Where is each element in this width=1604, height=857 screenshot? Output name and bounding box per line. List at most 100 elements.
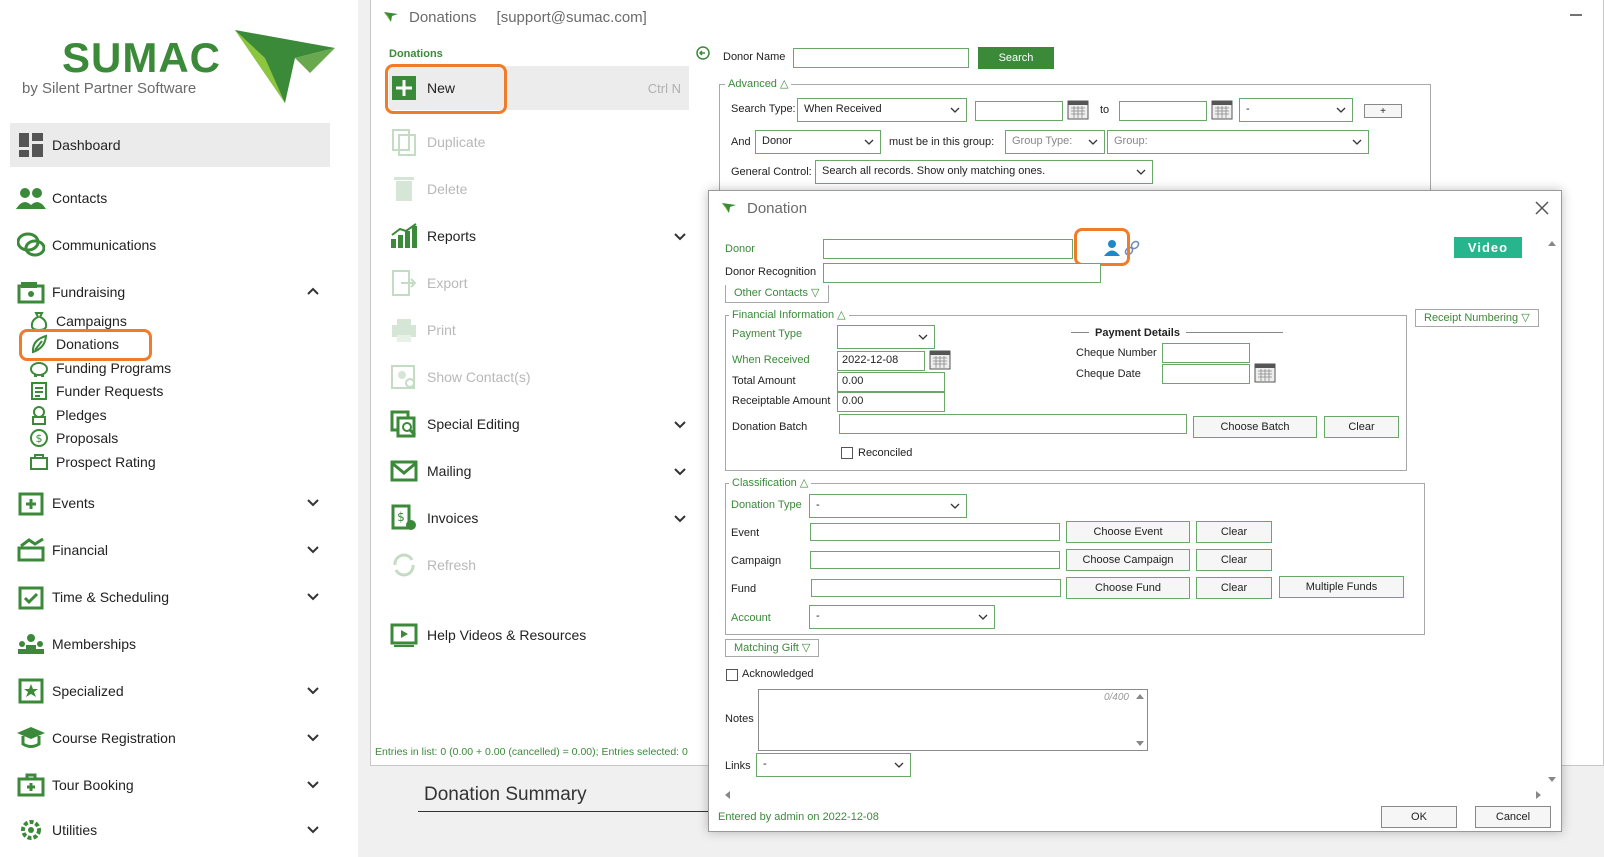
clear-campaign-button[interactable]: Clear [1196, 549, 1272, 571]
advanced-toggle[interactable]: Advanced △ [725, 77, 792, 90]
payment-type-select[interactable] [837, 325, 935, 349]
scroll-left-icon[interactable] [723, 790, 731, 800]
donation-type-select[interactable]: - [809, 494, 967, 518]
sub-prospect-rating[interactable]: Prospect Rating [28, 451, 156, 473]
nav-financial[interactable]: Financial [10, 528, 330, 572]
reconciled-checkbox[interactable] [841, 447, 853, 459]
general-control-select[interactable]: Search all records. Show only matching o… [815, 160, 1153, 184]
nav-tour-booking[interactable]: Tour Booking [10, 763, 330, 807]
chevron-down-icon[interactable] [306, 730, 320, 744]
reports-button[interactable]: Reports [389, 214, 689, 258]
add-criteria-button[interactable]: + [1364, 104, 1402, 118]
chevron-down-icon[interactable] [306, 589, 320, 603]
date-to-input[interactable] [1119, 101, 1207, 121]
search-type-select[interactable]: When Received [797, 98, 967, 122]
account-select[interactable]: - [809, 605, 995, 629]
clear-event-button[interactable]: Clear [1196, 521, 1272, 543]
chevron-down-icon[interactable] [306, 683, 320, 697]
receipt-numbering-toggle[interactable]: Receipt Numbering ▽ [1415, 309, 1539, 327]
nav-specialized[interactable]: Specialized [10, 669, 330, 713]
chevron-down-icon[interactable] [306, 542, 320, 556]
clear-batch-button[interactable]: Clear [1324, 416, 1399, 438]
cancel-button[interactable]: Cancel [1475, 806, 1551, 828]
nav-utilities[interactable]: Utilities [10, 808, 330, 852]
donor-name-input[interactable] [793, 48, 969, 68]
fund-input[interactable] [811, 579, 1061, 597]
delete-button[interactable]: Delete [389, 167, 689, 211]
clear-fund-button[interactable]: Clear [1196, 577, 1272, 599]
scroll-down-icon[interactable] [1547, 776, 1557, 784]
receiptable-amount-input[interactable]: 0.00 [837, 392, 945, 412]
total-amount-input[interactable]: 0.00 [837, 372, 945, 392]
donor-recognition-input[interactable] [823, 263, 1101, 283]
campaign-input[interactable] [810, 551, 1060, 569]
donation-batch-input[interactable] [839, 414, 1187, 434]
cheque-date-input[interactable] [1162, 364, 1250, 384]
links-select[interactable]: - [756, 753, 911, 777]
choose-fund-button[interactable]: Choose Fund [1066, 577, 1190, 599]
date-from-input[interactable] [975, 101, 1063, 121]
chevron-up-icon[interactable] [306, 284, 320, 298]
notes-textarea[interactable]: 0/400 [758, 689, 1148, 751]
nav-dashboard[interactable]: Dashboard [10, 123, 330, 167]
sub-funder-requests[interactable]: Funder Requests [28, 380, 163, 402]
range-select[interactable]: - [1239, 98, 1353, 122]
chevron-down-icon[interactable] [306, 822, 320, 836]
show-contacts-button[interactable]: Show Contact(s) [389, 355, 689, 399]
classification-toggle[interactable]: Classification △ [729, 476, 812, 489]
acknowledged-checkbox[interactable] [726, 669, 738, 681]
search-button[interactable]: Search [978, 47, 1054, 69]
cheque-number-input[interactable] [1162, 343, 1250, 363]
video-button[interactable]: Video [1454, 237, 1522, 258]
special-editing-button[interactable]: Special Editing [389, 402, 689, 446]
close-icon[interactable] [1535, 201, 1549, 215]
nav-communications[interactable]: Communications [10, 223, 330, 267]
calendar-icon[interactable] [1254, 363, 1276, 383]
ok-button[interactable]: OK [1381, 806, 1457, 828]
scroll-up-icon[interactable] [1547, 239, 1557, 247]
donor-input[interactable] [823, 239, 1073, 259]
matching-gift-toggle[interactable]: Matching Gift ▽ [725, 639, 820, 657]
sub-pledges[interactable]: Pledges [28, 404, 107, 426]
invoices-button[interactable]: $ Invoices [389, 496, 689, 540]
financial-info-toggle[interactable]: Financial Information △ [729, 308, 849, 321]
duplicate-button[interactable]: Duplicate [389, 120, 689, 164]
group-select[interactable]: Group: [1107, 130, 1369, 154]
other-contacts-toggle[interactable]: Other Contacts ▽ [725, 285, 829, 303]
scroll-right-icon[interactable] [1535, 790, 1543, 800]
chevron-down-icon[interactable] [673, 417, 687, 431]
nav-time-scheduling[interactable]: Time & Scheduling [10, 575, 330, 619]
choose-event-button[interactable]: Choose Event [1066, 521, 1190, 543]
nav-memberships[interactable]: Memberships [10, 622, 330, 666]
sub-proposals[interactable]: $ Proposals [28, 427, 118, 449]
dialog-vertical-scrollbar[interactable] [1545, 239, 1559, 784]
calendar-icon[interactable] [1211, 100, 1233, 120]
chevron-down-icon[interactable] [673, 511, 687, 525]
calendar-icon[interactable] [929, 350, 951, 370]
dialog-horizontal-scrollbar[interactable] [723, 787, 1543, 801]
scroll-down-icon[interactable] [1135, 740, 1145, 748]
export-button[interactable]: Export [389, 261, 689, 305]
refresh-button[interactable]: Refresh [389, 543, 689, 587]
print-button[interactable]: Print [389, 308, 689, 352]
multiple-funds-button[interactable]: Multiple Funds [1279, 576, 1404, 598]
event-input[interactable] [810, 523, 1060, 541]
choose-campaign-button[interactable]: Choose Campaign [1066, 549, 1190, 571]
chevron-down-icon[interactable] [306, 777, 320, 791]
collapse-search-icon[interactable] [696, 46, 710, 60]
chevron-down-icon[interactable] [673, 229, 687, 243]
nav-events[interactable]: Events [10, 481, 330, 525]
nav-contacts[interactable]: Contacts [10, 176, 330, 220]
calendar-icon[interactable] [1067, 100, 1089, 120]
minimize-icon[interactable] [1569, 8, 1583, 22]
and-select[interactable]: Donor [755, 130, 881, 154]
mailing-button[interactable]: Mailing [389, 449, 689, 493]
scroll-up-icon[interactable] [1135, 692, 1145, 700]
help-videos-button[interactable]: Help Videos & Resources [389, 613, 689, 657]
nav-course-registration[interactable]: Course Registration [10, 716, 330, 760]
nav-fundraising[interactable]: Fundraising [10, 270, 330, 314]
group-type-select[interactable]: Group Type: [1005, 130, 1105, 154]
choose-batch-button[interactable]: Choose Batch [1193, 416, 1317, 438]
when-received-input[interactable]: 2022-12-08 [837, 351, 925, 371]
chevron-down-icon[interactable] [673, 464, 687, 478]
